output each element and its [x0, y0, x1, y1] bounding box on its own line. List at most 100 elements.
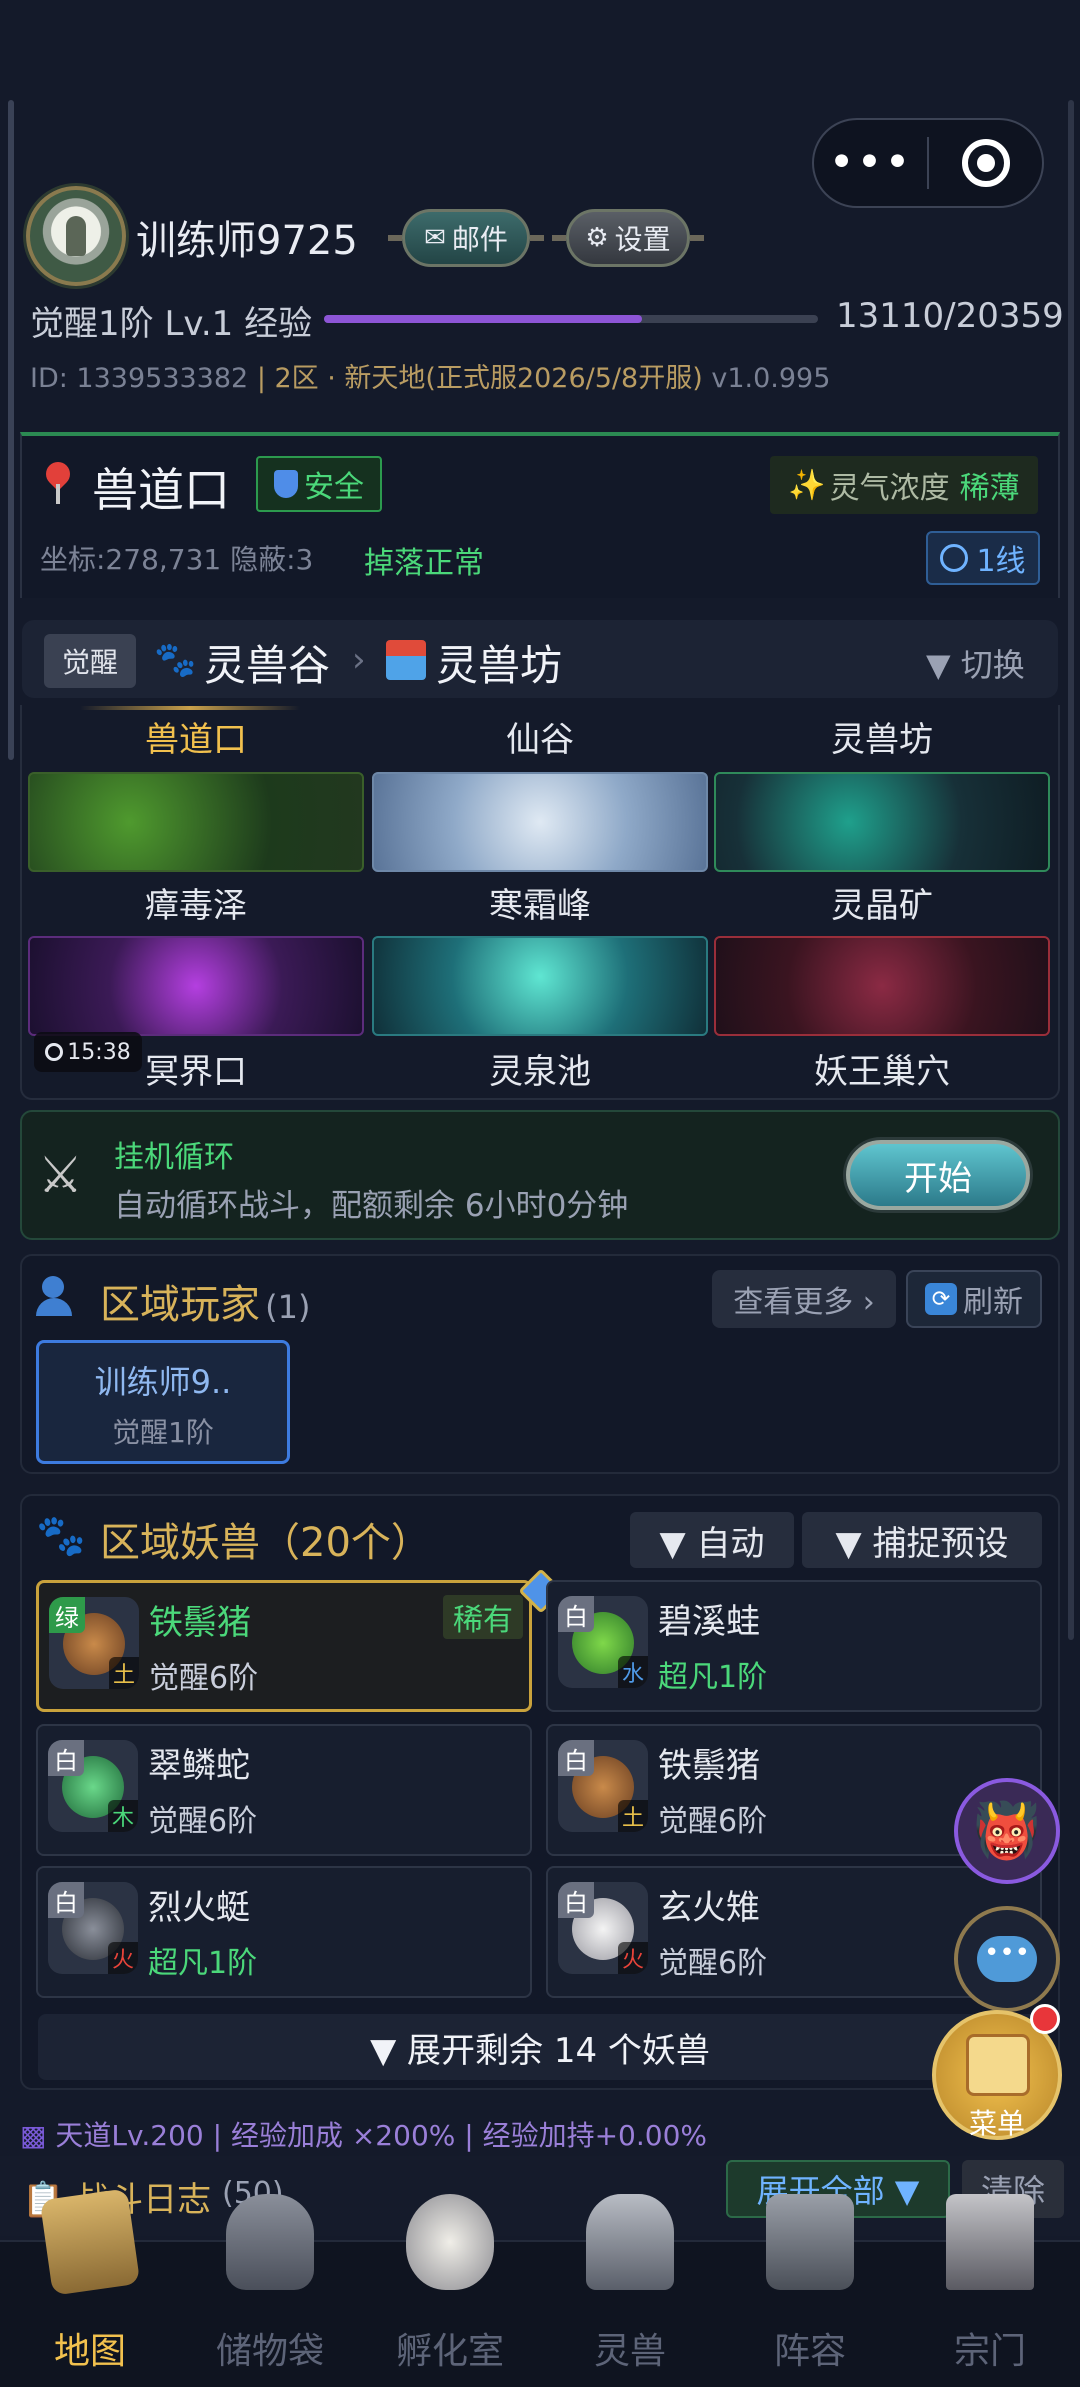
- nav-label: 宗门: [953, 2331, 1026, 2372]
- nav-spirit-beast[interactable]: 灵兽: [540, 2194, 720, 2387]
- realm-tag: 觉醒: [44, 634, 136, 688]
- breadcrumb-separator: ›: [352, 640, 366, 680]
- nav-label: 地图: [53, 2331, 126, 2372]
- settings-label: 设置: [614, 223, 671, 256]
- breadcrumb-level1[interactable]: 灵兽谷: [204, 632, 330, 693]
- safe-label: 安全: [304, 470, 364, 505]
- map-label-lingjingkuang[interactable]: 灵晶矿: [712, 878, 1052, 927]
- beast-level: 超凡1阶: [148, 1946, 258, 1981]
- bag-icon: [226, 2194, 314, 2290]
- map-label-zhangduze[interactable]: 瘴毒泽: [26, 878, 366, 927]
- settings-button-deco: [552, 235, 566, 241]
- nav-lineup[interactable]: 阵容: [720, 2194, 900, 2387]
- beast-name: 玄火雉: [658, 1888, 760, 1928]
- switch-button[interactable]: ▼ 切换: [926, 640, 1025, 686]
- element-badge: 木: [108, 1800, 138, 1832]
- map-tile-lingquanchi[interactable]: [372, 936, 708, 1036]
- close-miniprogram-button[interactable]: [929, 139, 1042, 187]
- galaxy-icon: ▩: [20, 2119, 47, 2152]
- beast-level: 觉醒6阶: [658, 1946, 768, 1981]
- rarity-badge: 绿: [49, 1597, 85, 1633]
- line-switch-button[interactable]: 1线: [926, 531, 1040, 585]
- view-more-button[interactable]: 查看更多 ›: [712, 1270, 896, 1328]
- element-badge: 火: [108, 1942, 138, 1974]
- scrollbar-left[interactable]: [8, 100, 14, 760]
- mail-label: 邮件: [451, 223, 508, 256]
- player-card-name: 训练师9..: [94, 1363, 232, 1401]
- target-icon: [961, 139, 1010, 187]
- map-tile-mingjiekou[interactable]: [28, 936, 364, 1036]
- aura-label: 灵气浓度: [829, 471, 950, 506]
- map-label-xiangu[interactable]: 仙谷: [370, 712, 710, 761]
- nav-storage-bag[interactable]: 储物袋: [180, 2194, 360, 2387]
- map-tile-yaowangchaoxue[interactable]: [714, 936, 1050, 1036]
- exp-value: 13110/20359: [836, 296, 1064, 336]
- miniprogram-capsule: •••: [812, 118, 1044, 208]
- beast-name: 碧溪蛙: [658, 1602, 760, 1642]
- expand-beasts-button[interactable]: ▼ 展开剩余 14 个妖兽: [38, 2014, 1042, 2080]
- beast-portrait: 白 土: [558, 1740, 648, 1832]
- nav-map[interactable]: 地图: [0, 2188, 180, 2387]
- chat-button[interactable]: •••: [954, 1906, 1060, 2012]
- bottom-nav: 地图 储物袋 孵化室 灵兽 阵容 宗门: [0, 2188, 1080, 2387]
- nav-sect[interactable]: 宗门: [900, 2194, 1080, 2387]
- paw-icon: 🐾: [154, 640, 197, 680]
- map-label-shoudaokou[interactable]: 兽道口: [26, 712, 366, 761]
- player-id: ID: 1339533382: [30, 363, 249, 394]
- player-card-level: 觉醒1阶: [112, 1416, 214, 1449]
- element-badge: 土: [109, 1657, 139, 1689]
- more-menu-button[interactable]: •••: [814, 141, 927, 185]
- scrollbar-right[interactable]: [1068, 100, 1074, 1640]
- mail-button[interactable]: ✉ 邮件: [402, 209, 530, 267]
- demon-mask-button[interactable]: 👹: [954, 1778, 1060, 1884]
- beast-portrait: 白 水: [558, 1596, 648, 1688]
- scroll-icon: [966, 2034, 1030, 2096]
- capture-preset-dropdown[interactable]: ▼ 捕捉预设: [802, 1512, 1042, 1568]
- map-tile-zhangduze[interactable]: [28, 772, 364, 872]
- settings-button[interactable]: ⚙ 设置: [566, 209, 690, 267]
- element-badge: 土: [618, 1800, 648, 1832]
- player-card[interactable]: 训练师9.. 觉醒1阶: [36, 1340, 290, 1464]
- rarity-badge: 白: [558, 1740, 594, 1776]
- coord-text: 坐标:278,731 隐蔽:3: [40, 543, 314, 576]
- pavilion-icon: [946, 2194, 1034, 2290]
- refresh-button[interactable]: ⟳ 刷新: [906, 1270, 1042, 1328]
- beast-card[interactable]: 白 水 碧溪蛙 超凡1阶: [546, 1580, 1042, 1712]
- map-tile-lingjingkuang[interactable]: [714, 772, 1050, 872]
- beast-level: 超凡1阶: [658, 1660, 768, 1695]
- breadcrumb-level2[interactable]: 灵兽坊: [436, 632, 562, 693]
- safe-badge: 安全: [256, 456, 382, 512]
- start-button[interactable]: 开始: [846, 1140, 1030, 1210]
- mail-icon: ✉: [424, 223, 446, 253]
- nav-label: 孵化室: [395, 2331, 504, 2372]
- nav-label: 储物袋: [215, 2331, 324, 2372]
- location-name: 兽道口: [92, 463, 230, 517]
- shop-icon: [386, 640, 426, 680]
- auto-dropdown[interactable]: ▼ 自动: [630, 1512, 794, 1568]
- region-beasts-title: 区域妖兽（20个）: [100, 1520, 431, 1566]
- beast-level: 觉醒6阶: [658, 1804, 768, 1839]
- rarity-badge: 白: [48, 1740, 84, 1776]
- beast-card[interactable]: 绿 土 铁鬃猪 觉醒6阶 稀有: [36, 1568, 564, 1712]
- avatar[interactable]: [26, 186, 126, 286]
- beast-card[interactable]: 白 木 翠鳞蛇 觉醒6阶: [36, 1724, 532, 1856]
- sparkle-icon: ✨: [788, 467, 826, 503]
- tiandao-text: 天道Lv.200 | 经验加成 ×200% | 经验加持+0.00%: [55, 2119, 708, 2152]
- map-label-lingquanchi[interactable]: 灵泉池: [370, 1044, 710, 1093]
- map-label-mingjiekou[interactable]: 冥界口: [26, 1044, 366, 1093]
- map-label-yaowangchaoxue[interactable]: 妖王巢穴: [712, 1044, 1052, 1093]
- nav-label: 阵容: [773, 2331, 846, 2372]
- beast-card[interactable]: 白 火 烈火蜓 超凡1阶: [36, 1866, 532, 1998]
- map-label-hanshuangfeng[interactable]: 寒霜峰: [370, 878, 710, 927]
- tiandao-info: ▩ 天道Lv.200 | 经验加成 ×200% | 经验加持+0.00%: [20, 2114, 707, 2154]
- nav-hatchery[interactable]: 孵化室: [360, 2194, 540, 2387]
- people-icon: [36, 1276, 82, 1316]
- map-label-lingshoufang[interactable]: 灵兽坊: [712, 712, 1052, 761]
- globe-icon: [940, 544, 969, 572]
- drop-status: 掉落正常: [364, 546, 484, 581]
- region-players-title: 区域玩家: [100, 1282, 260, 1328]
- settings-button-deco: [690, 235, 704, 241]
- beast-portrait: 白 火: [48, 1882, 138, 1974]
- refresh-icon: ⟳: [925, 1283, 957, 1315]
- map-tile-hanshuangfeng[interactable]: [372, 772, 708, 872]
